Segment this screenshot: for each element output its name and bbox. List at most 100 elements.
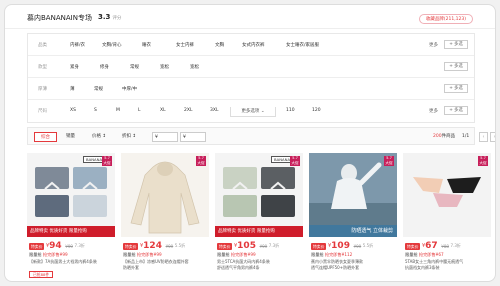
price-row: 特卖价 ¥109 ¥99 5.5折 [311,241,373,251]
product-subtitle: 舒适透气平角男内裤4条 [217,265,260,270]
limited-offer: 限量抢 抢完即售¥99 [123,252,162,257]
filter-row-thickness: 厚薄 薄 常规 中厚/中 + 多选 [28,78,474,100]
price-row: 特卖价 ¥124 ¥99 5.5折 [123,241,185,251]
original-price: ¥99 [353,243,362,249]
product-image[interactable]: BANANA 5.7 大促 品牌特卖 优质好货 限量抢购 [27,153,115,237]
price-row: 特卖价 ¥105 ¥99 7.3折 [217,241,279,251]
filter-option[interactable]: XL [160,108,166,113]
discount: 7.3折 [74,243,85,248]
filter-option[interactable]: 女士睡衣/家居服 [286,42,319,48]
price: 94 [49,241,62,251]
promo-badge: 5.7 大促 [478,156,488,166]
original-price: ¥88 [441,243,449,249]
price: 105 [237,241,256,251]
filter-option[interactable]: 宽松 [190,64,199,70]
product-card[interactable]: BANANA 5.7 大促 品牌特卖 优质好货 限量抢购 特卖价 ¥105 ¥9… [215,153,303,281]
price-row: 特卖价 ¥67 ¥88 7.3折 [405,241,461,251]
sort-sales-tab[interactable]: 销量 [66,132,75,142]
filter-label: 品类 [38,43,47,48]
price-max-input[interactable]: ¥ [180,132,206,142]
filter-option[interactable]: 文胸/背心 [102,42,122,48]
promo-badge: 5.7 大促 [102,156,112,166]
filter-row-fit: 款型 紧身 修身 常规 宽松 宽松 + 多选 [28,56,474,78]
filter-option[interactable]: 3XL [210,108,218,113]
limited-offer: 限量抢 抢完即售¥99 [29,252,68,257]
filter-option[interactable]: 常规 [94,86,103,92]
product-card[interactable]: BANANA 5.7 大促 品牌特卖 优质好货 限量抢购 特卖价 ¥94 ¥99… [27,153,115,281]
shop-header: 慕内BANANAIN专场 3.3 评分 收藏品牌(211,123) [5,5,495,29]
discount: 7.3折 [450,243,461,248]
filter-label: 款型 [38,65,47,70]
product-card[interactable]: 5.7 大促 特卖价 ¥67 ¥88 7.3折 限量抢 抢完即售¥67 5TAB… [403,153,491,281]
filter-option[interactable]: L [138,108,141,113]
filter-option[interactable]: 薄 [70,86,75,92]
filter-multi-select-button[interactable]: + 多选 [444,106,468,115]
image-overlay-caption: 防晒透气 立体裁剪 [309,225,397,237]
shop-score: 3.3 评分 [98,13,122,21]
filter-multi-select-button[interactable]: + 多选 [444,40,468,49]
product-subtitle: 透气连帽UPF50+防晒外套 [311,265,360,270]
filter-option[interactable]: 2XL [184,108,192,113]
price-min-input[interactable]: ¥ [152,132,178,142]
collect-brand-button[interactable]: 收藏品牌(211,123) [418,14,473,24]
filter-option[interactable]: 女式内衣裤 [242,42,265,48]
filter-option[interactable]: 女士内裤 [176,42,194,48]
price: 67 [425,241,438,251]
filter-more-button[interactable]: 更多 [429,108,438,114]
product-title[interactable]: 【新款】7A抗菌男士大裆男内裤4条装 [29,259,115,265]
original-price: ¥99 [65,243,73,249]
promo-badge: 5.7 大促 [290,156,300,166]
promo-badge: 5.7 大促 [196,156,206,166]
original-price: ¥99 [165,243,174,249]
filter-row-category: 品类 内裤/衣 文胸/背心 睡衣 女士内裤 文胸 女式内衣裤 女士睡衣/家居服 … [28,34,474,56]
product-image[interactable]: 5.7 大促 防晒透气 立体裁剪 [309,153,397,237]
product-card[interactable]: 5.7 大促 特卖价 ¥124 ¥99 5.5折 限量抢 抢完即售¥99 【新品… [121,153,209,281]
promo-badge: 5.7 大促 [384,156,394,166]
price-tag: 特卖价 [217,242,233,250]
product-subtitle: 防晒外套 [123,265,139,270]
filter-label: 尺码 [38,109,47,114]
filter-option[interactable]: 紧身 [70,64,79,70]
limited-offer: 限量抢 抢完即售¥67 [405,252,444,257]
product-card[interactable]: 5.7 大促 防晒透气 立体裁剪 特卖价 ¥109 ¥99 5.5折 限量抢 抢… [309,153,397,281]
limited-offer: 限量抢 抢完即售¥112 [311,252,353,257]
filter-multi-select-button[interactable]: + 多选 [444,62,468,71]
more-options-button[interactable]: 更多选项 ⌄ [230,107,276,117]
filter-option[interactable]: 常规 [130,64,139,70]
limited-offer: 限量抢 抢完即售¥99 [217,252,256,257]
next-page-button[interactable]: › [490,132,495,142]
filter-option[interactable]: 修身 [100,64,109,70]
filter-option[interactable]: M [116,108,120,113]
filter-option[interactable]: 120 [312,108,321,113]
price-tag: 特卖价 [311,242,327,250]
product-image[interactable]: BANANA 5.7 大促 品牌特卖 优质好货 限量抢购 [215,153,303,237]
result-count: 200件商品 [433,134,456,139]
filter-option[interactable]: 中厚/中 [122,86,137,92]
filter-label: 厚薄 [38,87,47,92]
sort-default-tab[interactable]: 综合 [34,132,57,142]
promo-banner: 品牌特卖 优质好货 限量抢购 [215,226,303,237]
filter-option[interactable]: S [94,108,97,113]
sort-bar: 综合 销量 价格 ↕ 折扣 ↕ ¥ ¥ 200件商品 1/1 ‹ › [27,127,495,145]
filter-option[interactable]: 睡衣 [142,42,151,48]
filter-option[interactable]: 110 [286,108,295,113]
prev-page-button[interactable]: ‹ [479,132,488,142]
filter-option[interactable]: 宽松 [160,64,169,70]
page-indicator: 1/1 [462,134,470,139]
price-tag: 特卖价 [29,242,45,250]
filter-more-button[interactable]: 更多 [429,42,438,48]
filter-option[interactable]: 内裤/衣 [70,42,85,48]
discount: 5.5折 [362,243,374,248]
product-image[interactable]: 5.7 大促 [403,153,491,237]
sort-discount-tab[interactable]: 折扣 ↕ [122,132,136,142]
original-price: ¥99 [259,243,268,249]
filter-option[interactable]: XS [70,108,76,113]
sort-price-tab[interactable]: 价格 ↕ [92,132,106,142]
discount: 7.3折 [268,243,280,248]
page-frame: 慕内BANANAIN专场 3.3 评分 收藏品牌(211,123) 品类 内裤/衣… [4,4,496,282]
product-image[interactable]: 5.7 大促 [121,153,209,237]
filter-multi-select-button[interactable]: + 多选 [444,84,468,93]
filter-option[interactable]: 文胸 [215,42,224,48]
product-subtitle: 抗菌裆女内裤3条装 [405,265,440,270]
discount: 5.5折 [174,243,186,248]
